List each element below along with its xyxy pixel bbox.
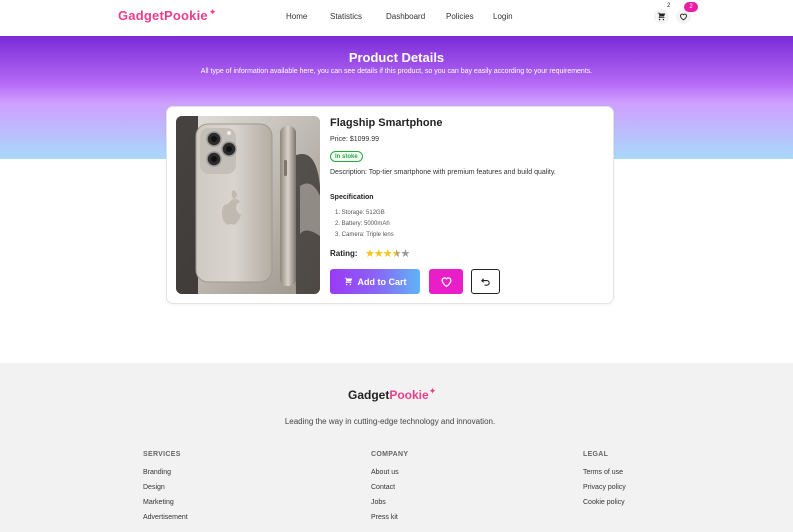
footer-link[interactable]: Marketing	[143, 498, 188, 513]
footer-legal-title: LEGAL	[583, 451, 609, 458]
footer-link[interactable]: Cookie policy	[583, 498, 626, 513]
product-price: Price: $1099.99	[330, 136, 380, 143]
footer-link[interactable]: Privacy policy	[583, 483, 626, 498]
product-name: Flagship Smartphone	[330, 117, 443, 129]
undo-button[interactable]	[471, 269, 500, 294]
cart-count: 2	[667, 3, 671, 9]
brand-logo[interactable]: GadgetPookie✦	[118, 7, 217, 23]
footer-link[interactable]: Branding	[143, 468, 188, 483]
spec-item: 1. Storage: 512GB	[335, 210, 385, 216]
undo-icon	[481, 278, 490, 286]
nav-statistics-link[interactable]: Statistics	[330, 12, 362, 21]
footer-company-title: COMPANY	[371, 451, 409, 458]
footer-logo[interactable]: GadgetPookie✦	[348, 386, 437, 402]
specification-title: Specification	[330, 194, 374, 201]
star-icon: ★	[382, 248, 393, 260]
product-image	[176, 116, 320, 294]
page-subtitle: All type of information available here, …	[200, 68, 593, 75]
heart-icon	[441, 277, 451, 288]
footer-link[interactable]: Press kit	[371, 513, 408, 528]
footer-company: COMPANY About us Contact Jobs Press kit	[371, 451, 408, 528]
footer-link[interactable]: Advertisement	[143, 513, 188, 528]
star-icon: ★	[400, 248, 411, 260]
spec-item: 2. Battery: 5000mAh	[335, 221, 390, 227]
page-title: Product Details	[348, 50, 445, 65]
footer-legal: LEGAL Terms of use Privacy policy Cookie…	[583, 451, 626, 513]
star-icon: ★	[365, 248, 375, 260]
footer-services: SERVICES Branding Design Marketing Adver…	[143, 451, 188, 528]
nav-dashboard-link[interactable]: Dashboard	[386, 12, 425, 21]
footer-services-title: SERVICES	[143, 451, 181, 458]
nav-home-link[interactable]: Home	[286, 12, 307, 21]
footer-logo-part2: Pookie	[389, 388, 429, 402]
add-to-cart-label: Add to Cart	[357, 276, 407, 287]
wishlist-count-badge: 2	[684, 2, 698, 12]
footer-link[interactable]: Jobs	[371, 498, 408, 513]
footer-link[interactable]: Design	[143, 483, 188, 498]
navbar: GadgetPookie✦ Home Statistics Dashboard …	[0, 0, 793, 36]
cart-icon	[344, 277, 352, 286]
brand-logo-part1: Gadget	[118, 8, 164, 23]
rating-stars: ★★★★★	[365, 247, 411, 260]
footer-link[interactable]: Terms of use	[583, 468, 626, 483]
specification-list: 1. Storage: 512GB 2. Battery: 5000mAh 3.…	[335, 208, 394, 241]
star-icon: ★	[391, 248, 402, 260]
phone-illustration	[176, 116, 320, 294]
sparkle-icon: ✦	[428, 386, 437, 396]
footer-tagline: Leading the way in cutting-edge technolo…	[284, 417, 496, 426]
product-description: Description: Top-tier smartphone with pr…	[330, 169, 556, 176]
add-to-cart-button[interactable]: Add to Cart	[330, 269, 420, 294]
footer-logo-part1: Gadget	[348, 388, 390, 402]
stock-badge: In stoke	[330, 151, 363, 162]
product-card: Flagship Smartphone Price: $1099.99 In s…	[166, 106, 614, 304]
cart-button[interactable]	[654, 9, 669, 24]
cart-icon	[657, 12, 666, 21]
rating-label: Rating:	[330, 249, 358, 258]
nav-policies-link[interactable]: Policies	[446, 12, 474, 21]
heart-icon	[680, 13, 687, 21]
nav-login-link[interactable]: Login	[493, 12, 513, 21]
spec-item: 3. Camera: Triple lens	[335, 232, 394, 238]
sparkle-icon: ✦	[208, 7, 217, 17]
add-to-wishlist-button[interactable]	[429, 269, 463, 294]
brand-logo-part2: Pookie	[163, 8, 208, 23]
footer-link[interactable]: About us	[371, 468, 408, 483]
star-icon: ★	[373, 248, 384, 260]
footer: GadgetPookie✦ Leading the way in cutting…	[0, 363, 793, 532]
footer-link[interactable]: Contact	[371, 483, 408, 498]
